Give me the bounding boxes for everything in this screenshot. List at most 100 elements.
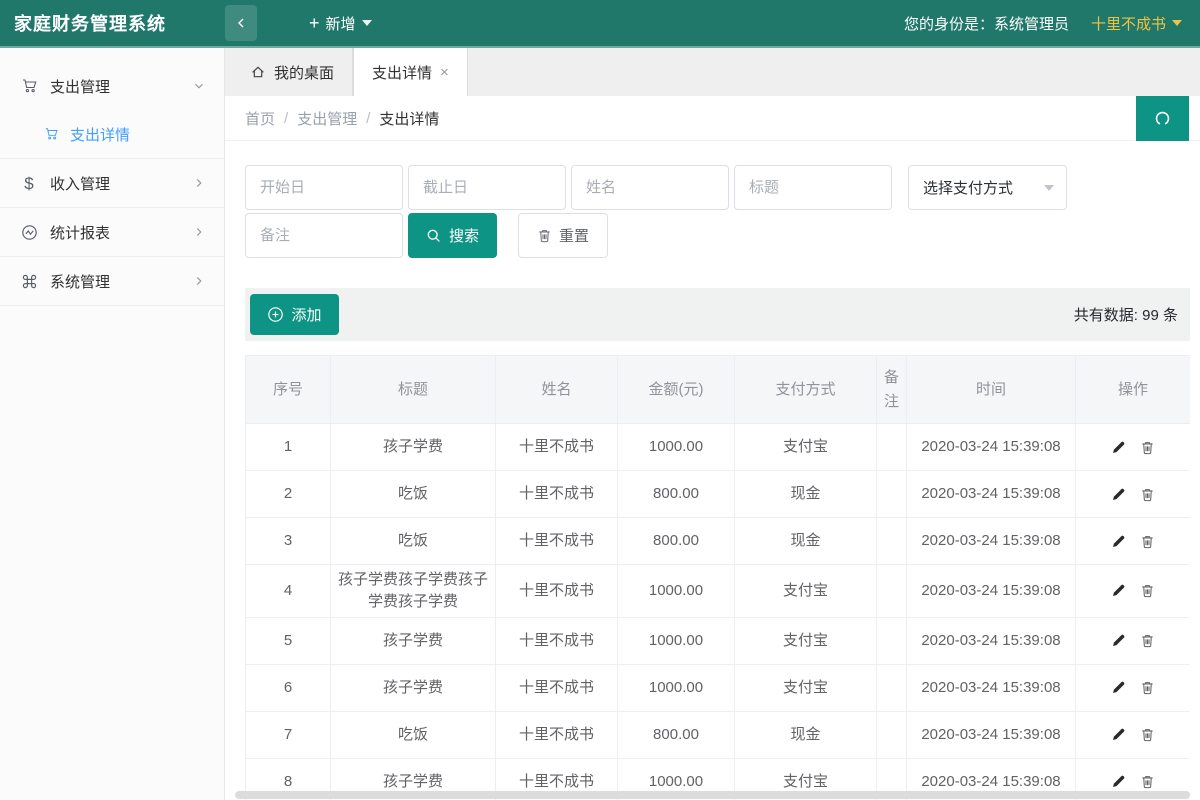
caret-down-icon bbox=[362, 20, 372, 26]
table-row: 1 孩子学费 十里不成书 1000.00 支付宝 2020-03-24 15:3… bbox=[246, 424, 1191, 471]
sidebar-item-expense-detail[interactable]: 支出详情 bbox=[0, 110, 224, 158]
sidebar-item-income-management[interactable]: $ 收入管理 bbox=[0, 159, 224, 207]
delete-icon[interactable] bbox=[1140, 440, 1155, 455]
search-button[interactable]: 搜索 bbox=[408, 213, 497, 258]
cart-icon bbox=[20, 78, 38, 94]
cell-time: 2020-03-24 15:39:08 bbox=[907, 664, 1076, 711]
sidebar-item-label: 统计报表 bbox=[50, 222, 192, 243]
cell-no: 4 bbox=[246, 565, 331, 618]
chevron-right-icon bbox=[192, 176, 206, 190]
delete-icon[interactable] bbox=[1140, 534, 1155, 549]
payment-method-select[interactable]: 选择支付方式 bbox=[908, 165, 1067, 210]
edit-icon[interactable] bbox=[1111, 487, 1126, 502]
horizontal-scrollbar[interactable] bbox=[235, 791, 1190, 799]
reset-button[interactable]: 重置 bbox=[518, 213, 608, 258]
col-header-actions: 操作 bbox=[1076, 356, 1191, 424]
tab-expense-detail[interactable]: 支出详情 × bbox=[353, 48, 468, 96]
end-date-input[interactable] bbox=[408, 165, 566, 210]
cell-payment: 现金 bbox=[735, 711, 877, 758]
delete-icon[interactable] bbox=[1140, 727, 1155, 742]
delete-icon[interactable] bbox=[1140, 680, 1155, 695]
cell-amount: 1000.00 bbox=[618, 424, 735, 471]
edit-icon[interactable] bbox=[1111, 727, 1126, 742]
add-button[interactable]: 添加 bbox=[250, 294, 339, 335]
expense-table: 序号 标题 姓名 金额(元) 支付方式 备注 时间 操作 1 孩子学费 十里不成… bbox=[245, 355, 1190, 800]
note-input[interactable] bbox=[245, 213, 403, 258]
breadcrumb-expense-management[interactable]: 支出管理 bbox=[297, 108, 357, 129]
delete-icon[interactable] bbox=[1140, 633, 1155, 648]
table-body: 1 孩子学费 十里不成书 1000.00 支付宝 2020-03-24 15:3… bbox=[246, 424, 1191, 800]
cell-title: 吃饭 bbox=[331, 711, 496, 758]
table-row: 3 吃饭 十里不成书 800.00 现金 2020-03-24 15:39:08 bbox=[246, 518, 1191, 565]
sidebar-item-statistics-report[interactable]: 统计报表 bbox=[0, 208, 224, 256]
breadcrumb-current: 支出详情 bbox=[379, 108, 439, 129]
table-row: 6 孩子学费 十里不成书 1000.00 支付宝 2020-03-24 15:3… bbox=[246, 664, 1191, 711]
payment-select-value: 选择支付方式 bbox=[923, 177, 1013, 198]
cell-actions bbox=[1076, 664, 1191, 711]
dollar-icon: $ bbox=[20, 175, 38, 192]
edit-icon[interactable] bbox=[1111, 633, 1126, 648]
cell-actions bbox=[1076, 518, 1191, 565]
sidebar-collapse-button[interactable] bbox=[225, 5, 257, 41]
cell-actions bbox=[1076, 711, 1191, 758]
name-input[interactable] bbox=[571, 165, 729, 210]
cell-amount: 800.00 bbox=[618, 518, 735, 565]
cell-title: 吃饭 bbox=[331, 518, 496, 565]
cell-time: 2020-03-24 15:39:08 bbox=[907, 471, 1076, 518]
sidebar-item-label: 收入管理 bbox=[50, 173, 192, 194]
title-input[interactable] bbox=[734, 165, 892, 210]
delete-icon[interactable] bbox=[1140, 487, 1155, 502]
edit-icon[interactable] bbox=[1111, 680, 1126, 695]
sidebar-item-system-management[interactable]: 系统管理 bbox=[0, 257, 224, 305]
edit-icon[interactable] bbox=[1111, 774, 1126, 789]
col-header-no: 序号 bbox=[246, 356, 331, 424]
col-header-name: 姓名 bbox=[496, 356, 618, 424]
cell-no: 5 bbox=[246, 617, 331, 664]
table-row: 2 吃饭 十里不成书 800.00 现金 2020-03-24 15:39:08 bbox=[246, 471, 1191, 518]
quick-add-menu[interactable]: + 新增 bbox=[309, 13, 372, 34]
cell-no: 3 bbox=[246, 518, 331, 565]
cell-title: 孩子学费 bbox=[331, 617, 496, 664]
cell-title: 孩子学费 bbox=[331, 664, 496, 711]
tab-label: 支出详情 bbox=[372, 62, 432, 83]
divider bbox=[0, 305, 224, 306]
tab-bar: 我的桌面 支出详情 × bbox=[225, 48, 1200, 96]
record-count: 共有数据: 99 条 bbox=[1074, 304, 1182, 325]
cart-icon bbox=[44, 127, 60, 141]
cell-note bbox=[877, 617, 907, 664]
edit-icon[interactable] bbox=[1111, 583, 1126, 598]
user-menu[interactable]: 十里不成书 bbox=[1091, 13, 1182, 34]
breadcrumb-separator: / bbox=[366, 110, 370, 127]
edit-icon[interactable] bbox=[1111, 440, 1126, 455]
breadcrumb-home[interactable]: 首页 bbox=[245, 108, 275, 129]
chevron-down-icon bbox=[192, 79, 206, 93]
cell-note bbox=[877, 565, 907, 618]
start-date-input[interactable] bbox=[245, 165, 403, 210]
col-header-amount: 金额(元) bbox=[618, 356, 735, 424]
sidebar: 支出管理 支出详情 $ 收入管理 统计报表 bbox=[0, 48, 225, 800]
chevron-left-icon bbox=[233, 15, 249, 31]
sidebar-subitem-label: 支出详情 bbox=[70, 124, 130, 145]
cell-note bbox=[877, 471, 907, 518]
col-header-title: 标题 bbox=[331, 356, 496, 424]
cell-no: 2 bbox=[246, 471, 331, 518]
cell-title: 孩子学费 bbox=[331, 424, 496, 471]
plus-circle-icon bbox=[267, 306, 284, 323]
cell-no: 1 bbox=[246, 424, 331, 471]
delete-icon[interactable] bbox=[1140, 583, 1155, 598]
edit-icon[interactable] bbox=[1111, 534, 1126, 549]
cell-time: 2020-03-24 15:39:08 bbox=[907, 424, 1076, 471]
app-header: 家庭财务管理系统 + 新增 您的身份是：系统管理员 十里不成书 bbox=[0, 0, 1200, 48]
tab-label: 我的桌面 bbox=[274, 62, 334, 83]
close-icon[interactable]: × bbox=[440, 65, 449, 80]
delete-icon[interactable] bbox=[1140, 774, 1155, 789]
caret-down-icon bbox=[1044, 185, 1054, 191]
tab-my-desktop[interactable]: 我的桌面 bbox=[232, 48, 353, 96]
col-header-time: 时间 bbox=[907, 356, 1076, 424]
sidebar-item-expense-management[interactable]: 支出管理 bbox=[0, 62, 224, 110]
cell-name: 十里不成书 bbox=[496, 711, 618, 758]
col-header-note: 备注 bbox=[877, 356, 907, 424]
cell-note bbox=[877, 518, 907, 565]
add-label: 添加 bbox=[291, 304, 321, 325]
refresh-button[interactable] bbox=[1136, 96, 1189, 141]
